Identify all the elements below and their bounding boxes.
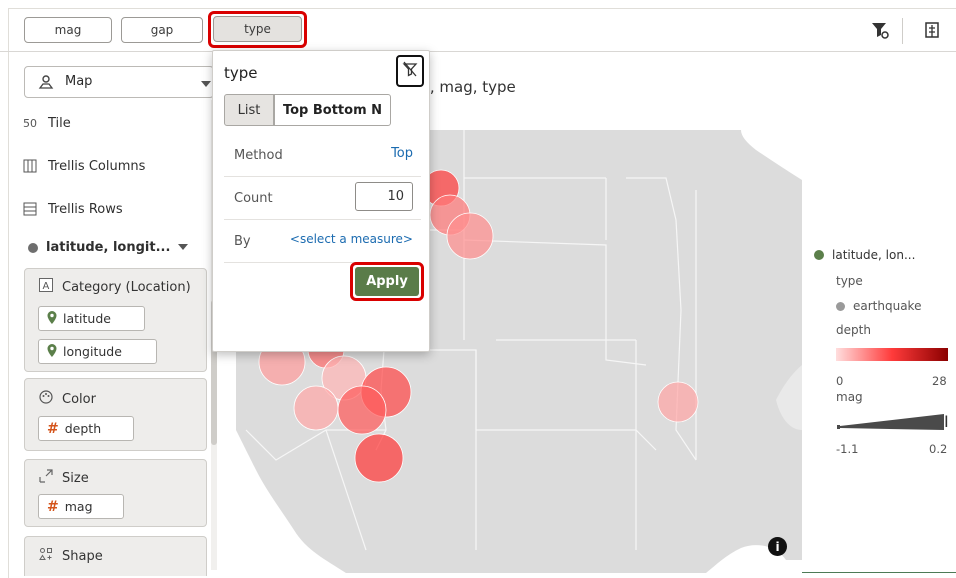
legend-type-label: type — [836, 274, 863, 288]
legend-depth-max: 28 — [932, 374, 947, 388]
legend-depth-min: 0 — [836, 374, 844, 388]
legend-layer[interactable]: latitude, lon... — [814, 248, 915, 262]
info-icon[interactable]: i — [768, 537, 787, 556]
chevron-down-icon — [178, 240, 189, 255]
filter-off-icon — [402, 61, 418, 81]
legend-type-dot — [836, 301, 845, 311]
layer-dot — [28, 242, 38, 253]
color-group: Color # depth — [24, 378, 207, 451]
text-cursor-icon: I — [944, 412, 949, 431]
clear-filter-button[interactable] — [396, 55, 424, 87]
shape-title: Shape — [62, 548, 103, 564]
category-header: A Category (Location) — [39, 278, 191, 296]
filter-chip-label: mag — [54, 23, 82, 37]
category-group: A Category (Location) latitude longitude — [24, 268, 207, 372]
pill-label: depth — [64, 421, 102, 436]
row-label: Tile — [48, 115, 71, 131]
method-label: Method — [234, 148, 283, 163]
trellis-rows-icon — [22, 201, 38, 217]
tile-icon: 5̄0 — [23, 116, 37, 130]
depth-gradient — [836, 348, 948, 361]
location-pin-icon — [47, 310, 57, 327]
shape-header: Shape — [39, 547, 103, 565]
legend-layer-label: latitude, lon... — [832, 248, 916, 262]
filter-chip-type[interactable]: type — [213, 16, 302, 42]
legend-mag-min: -1.1 — [836, 442, 859, 456]
filter-chip-label: type — [244, 22, 271, 36]
depth-pill[interactable]: # depth — [38, 416, 134, 441]
apply-button[interactable]: Apply — [355, 267, 419, 296]
filter-popup: type List Top Bottom N Method Top Count … — [212, 50, 430, 352]
by-label: By — [234, 234, 251, 249]
shapes-icon — [39, 547, 53, 565]
data-point[interactable] — [354, 433, 404, 483]
row-label: Trellis Rows — [48, 201, 123, 217]
legend-type-item[interactable]: earthquake — [836, 299, 921, 313]
location-pin-icon — [47, 343, 57, 360]
layer-title[interactable]: latitude, longit... — [28, 240, 189, 255]
legend-mag-label: mag — [836, 390, 863, 404]
measure-hash-icon: # — [47, 420, 59, 437]
latitude-pill[interactable]: latitude — [38, 306, 145, 331]
data-point[interactable] — [446, 212, 494, 260]
text-icon: A — [39, 278, 53, 296]
toolbar-divider — [902, 18, 903, 44]
chevron-down-icon — [201, 77, 211, 92]
count-row: Count 10 — [224, 177, 421, 220]
layer-title-text: latitude, longit... — [46, 240, 171, 255]
color-header: Color — [39, 390, 96, 408]
svg-text:A: A — [43, 281, 50, 292]
measure-hash-icon: # — [47, 498, 59, 515]
pill-label: longitude — [63, 344, 122, 359]
color-title: Color — [62, 391, 96, 407]
viz-title: ), mag, type — [424, 78, 516, 96]
legend-layer-dot — [814, 250, 824, 260]
tile-row[interactable]: 5̄0 Tile — [22, 115, 71, 131]
method-row: Method Top — [224, 134, 421, 177]
filter-chip-label: gap — [150, 23, 174, 37]
category-title: Category (Location) — [62, 279, 191, 295]
trellis-rows-row[interactable]: Trellis Rows — [22, 201, 123, 217]
viz-type-select[interactable]: Map — [24, 66, 214, 98]
mag-size-wedge — [837, 414, 944, 430]
palette-icon — [39, 390, 53, 408]
by-row: By <select a measure> — [224, 220, 421, 263]
map-icon — [38, 74, 54, 94]
method-value-link[interactable]: Top — [391, 146, 413, 161]
filter-chip-gap[interactable]: gap — [121, 17, 203, 43]
trellis-columns-icon — [22, 158, 38, 174]
popup-title: type — [224, 64, 258, 82]
data-point[interactable] — [293, 385, 339, 431]
filter-chip-mag[interactable]: mag — [24, 17, 112, 43]
mag-pill[interactable]: # mag — [38, 494, 124, 519]
resize-icon — [39, 469, 53, 487]
shape-group: Shape — [24, 536, 207, 576]
tab-top-bottom-n[interactable]: Top Bottom N — [274, 94, 391, 126]
count-input[interactable]: 10 — [355, 182, 413, 211]
pill-label: latitude — [63, 311, 111, 326]
data-point[interactable] — [337, 385, 387, 435]
row-label: Trellis Columns — [48, 158, 146, 174]
filter-settings-icon[interactable] — [869, 19, 891, 41]
tab-list[interactable]: List — [224, 94, 274, 126]
select-measure-link[interactable]: <select a measure> — [290, 232, 413, 246]
trellis-columns-row[interactable]: Trellis Columns — [22, 158, 145, 174]
pill-label: mag — [64, 499, 93, 514]
legend-type-item-label: earthquake — [853, 299, 922, 313]
legend-depth-label: depth — [836, 323, 871, 337]
size-title: Size — [62, 470, 89, 486]
collapse-icon[interactable] — [921, 19, 943, 41]
longitude-pill[interactable]: longitude — [38, 339, 157, 364]
data-point[interactable] — [657, 381, 699, 423]
count-label: Count — [234, 191, 273, 206]
legend-mag-max: 0.2 — [929, 442, 948, 456]
viz-type-label: Map — [65, 74, 93, 89]
size-group: Size # mag — [24, 459, 207, 527]
size-header: Size — [39, 469, 89, 487]
